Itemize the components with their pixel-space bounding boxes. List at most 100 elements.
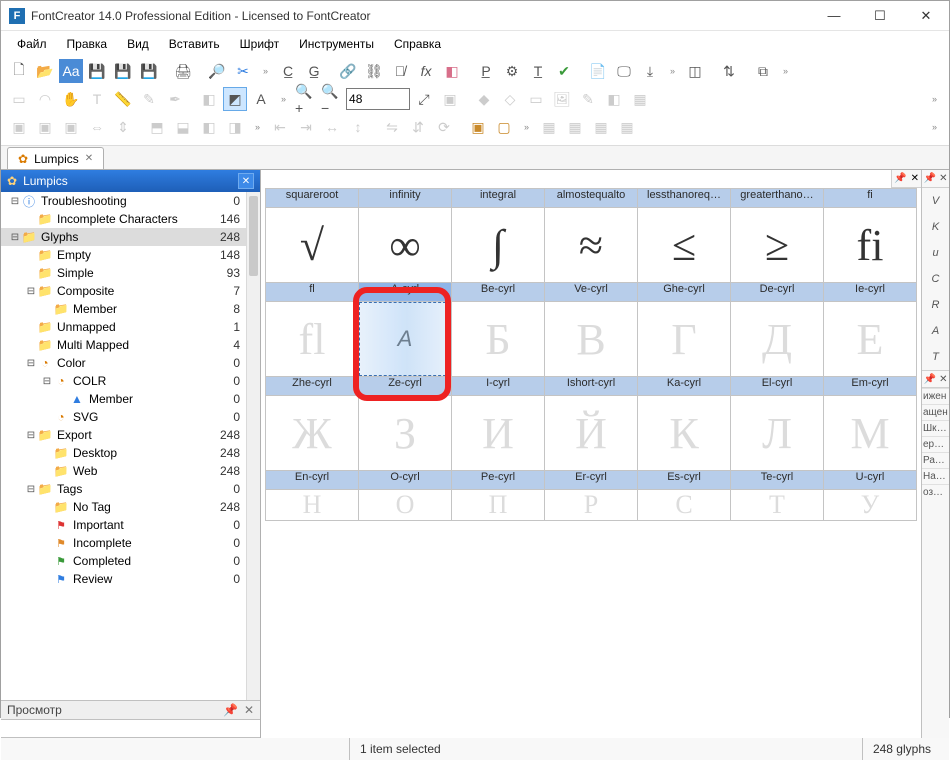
new-icon[interactable]: 🗋 bbox=[7, 59, 31, 83]
pin-icon[interactable]: 📌 bbox=[924, 173, 936, 184]
glyph-cell[interactable]: A bbox=[359, 302, 451, 376]
right-strip-letter[interactable]: R bbox=[922, 292, 949, 318]
close-icon[interactable]: ✕ bbox=[939, 173, 947, 184]
fill-mode-icon[interactable]: ◩ bbox=[223, 87, 247, 111]
glyph-cell[interactable]: О bbox=[359, 490, 451, 520]
lasso-icon[interactable]: ◠ bbox=[33, 87, 57, 111]
glyph-cell[interactable]: Б bbox=[452, 302, 544, 376]
glyph-cell[interactable]: И bbox=[452, 396, 544, 470]
fx-icon[interactable]: fx bbox=[414, 59, 438, 83]
glyph-cell[interactable]: Г bbox=[638, 302, 730, 376]
tree-row[interactable]: ⊟📁Tags0 bbox=[1, 480, 246, 498]
glyph-cell[interactable]: Е bbox=[824, 302, 916, 376]
link-icon[interactable]: 🔗 bbox=[336, 59, 360, 83]
right-strip-word[interactable]: ижен bbox=[922, 388, 949, 404]
right-strip-letter[interactable]: A bbox=[922, 318, 949, 344]
tree-row[interactable]: ⊟📁Glyphs248 bbox=[1, 228, 246, 246]
glyph-cell[interactable]: Й bbox=[545, 396, 637, 470]
intersect-icon[interactable]: ◧ bbox=[197, 115, 221, 139]
metrics-3-icon[interactable]: ↔ bbox=[320, 115, 344, 139]
glyph-cell[interactable]: У bbox=[824, 490, 916, 520]
preview-icon[interactable]: 🖵 bbox=[612, 59, 636, 83]
color-icon[interactable]: ◧ bbox=[197, 87, 221, 111]
menu-help[interactable]: Справка bbox=[386, 35, 449, 53]
shape-3-icon[interactable]: ▭ bbox=[524, 87, 548, 111]
pin-icon[interactable]: 📌 bbox=[924, 374, 936, 385]
tree-row[interactable]: ⊟📁Export248 bbox=[1, 426, 246, 444]
toolbar-overflow-3-icon[interactable]: » bbox=[777, 66, 794, 76]
close-icon[interactable]: ✕ bbox=[911, 173, 919, 184]
window-new-icon[interactable]: ◫ bbox=[683, 59, 707, 83]
tree-row[interactable]: ◔SVG0 bbox=[1, 408, 246, 426]
tree-scrollbar[interactable] bbox=[246, 192, 260, 700]
tree-row[interactable]: 📁Member8 bbox=[1, 300, 246, 318]
tree-row[interactable]: ⚑Review0 bbox=[1, 570, 246, 588]
glyph-grid[interactable]: squarerootinfinityintegralalmostequaltol… bbox=[261, 170, 921, 738]
properties-p-icon[interactable]: P̲ bbox=[474, 59, 498, 83]
glyph-cell[interactable]: З bbox=[359, 396, 451, 470]
toolbar-overflow-8-icon[interactable]: » bbox=[926, 122, 943, 132]
align-l-icon[interactable]: ▣ bbox=[7, 115, 31, 139]
metrics-2-icon[interactable]: ⇥ bbox=[294, 115, 318, 139]
glyph-cell[interactable]: fl bbox=[266, 302, 358, 376]
doc-tab-lumpics[interactable]: ✿ Lumpics ✕ bbox=[7, 147, 104, 169]
union-icon[interactable]: ⬒ bbox=[145, 115, 169, 139]
flip-v-icon[interactable]: ⇵ bbox=[406, 115, 430, 139]
right-strip-letter[interactable]: T bbox=[922, 344, 949, 370]
validate-check-icon[interactable]: ✔ bbox=[552, 59, 576, 83]
maximize-button[interactable]: ☐ bbox=[857, 1, 903, 31]
minimize-button[interactable]: — bbox=[811, 1, 857, 31]
toolbar-overflow-1-icon[interactable]: » bbox=[257, 66, 274, 76]
knife-icon[interactable]: ✎ bbox=[137, 87, 161, 111]
install-icon[interactable]: ⤓ bbox=[638, 59, 662, 83]
unlink-icon[interactable]: ⛓ bbox=[362, 59, 386, 83]
open-icon[interactable]: 📂 bbox=[33, 59, 57, 83]
menu-insert[interactable]: Вставить bbox=[161, 35, 228, 53]
menu-edit[interactable]: Правка bbox=[59, 35, 116, 53]
glyph-cell[interactable]: ≥ bbox=[731, 208, 823, 282]
rotate-icon[interactable]: ⟳ bbox=[432, 115, 456, 139]
tree-row[interactable]: 📁Desktop248 bbox=[1, 444, 246, 462]
glyph-cell[interactable]: С bbox=[638, 490, 730, 520]
tree-row[interactable]: ⊟📁Composite7 bbox=[1, 282, 246, 300]
grid-1-icon[interactable]: ▦ bbox=[537, 115, 561, 139]
scrollbar-thumb[interactable] bbox=[249, 196, 258, 276]
cut-icon[interactable]: ✂ bbox=[231, 59, 255, 83]
tree-row[interactable]: ⊟◔Color0 bbox=[1, 354, 246, 372]
right-strip-word[interactable]: Накло bbox=[922, 468, 949, 484]
zoom-select[interactable] bbox=[346, 88, 410, 110]
right-strip-letter[interactable]: C bbox=[922, 266, 949, 292]
ruler-icon[interactable]: 📏 bbox=[111, 87, 135, 111]
text-t-icon[interactable]: T̲ bbox=[526, 59, 550, 83]
erase-icon[interactable]: ◧ bbox=[440, 59, 464, 83]
tree-row[interactable]: 📁Empty148 bbox=[1, 246, 246, 264]
shape-1-icon[interactable]: ◆ bbox=[472, 87, 496, 111]
hand-icon[interactable]: ✋ bbox=[59, 87, 83, 111]
panel-close-icon[interactable]: ✕ bbox=[244, 703, 254, 717]
tree-row[interactable]: 📁Multi Mapped4 bbox=[1, 336, 246, 354]
layer-front-icon[interactable]: ▣ bbox=[466, 115, 490, 139]
grid-3-icon[interactable]: ▦ bbox=[589, 115, 613, 139]
select-rect-icon[interactable]: ▭ bbox=[7, 87, 31, 111]
layer-back-icon[interactable]: ▢ bbox=[492, 115, 516, 139]
close-button[interactable]: ✕ bbox=[903, 1, 949, 31]
toolbar-overflow-4-icon[interactable]: » bbox=[275, 94, 292, 104]
grid-2-icon[interactable]: ▦ bbox=[563, 115, 587, 139]
pen-icon[interactable]: ✒ bbox=[163, 87, 187, 111]
shape-2-icon[interactable]: ◇ bbox=[498, 87, 522, 111]
close-icon[interactable]: ✕ bbox=[939, 374, 947, 385]
settings-gear-icon[interactable]: ⚙ bbox=[500, 59, 524, 83]
glyph-cell[interactable]: √ bbox=[266, 208, 358, 282]
menu-file[interactable]: Файл bbox=[9, 35, 55, 53]
export-font-icon[interactable]: 💾 bbox=[137, 59, 161, 83]
close-icon[interactable]: ✕ bbox=[85, 153, 93, 164]
zoom-fit-icon[interactable]: ⤢ bbox=[412, 87, 436, 111]
right-strip-word[interactable]: еркал bbox=[922, 436, 949, 452]
menu-font[interactable]: Шрифт bbox=[232, 35, 287, 53]
flip-h-icon[interactable]: ⇋ bbox=[380, 115, 404, 139]
tree-row[interactable]: ⚑Completed0 bbox=[1, 552, 246, 570]
script-icon[interactable]: 📄 bbox=[586, 59, 610, 83]
exclude-icon[interactable]: ◨ bbox=[223, 115, 247, 139]
right-strip-letter[interactable]: V bbox=[922, 188, 949, 214]
zoom-out-icon[interactable]: 🔍− bbox=[320, 87, 344, 111]
